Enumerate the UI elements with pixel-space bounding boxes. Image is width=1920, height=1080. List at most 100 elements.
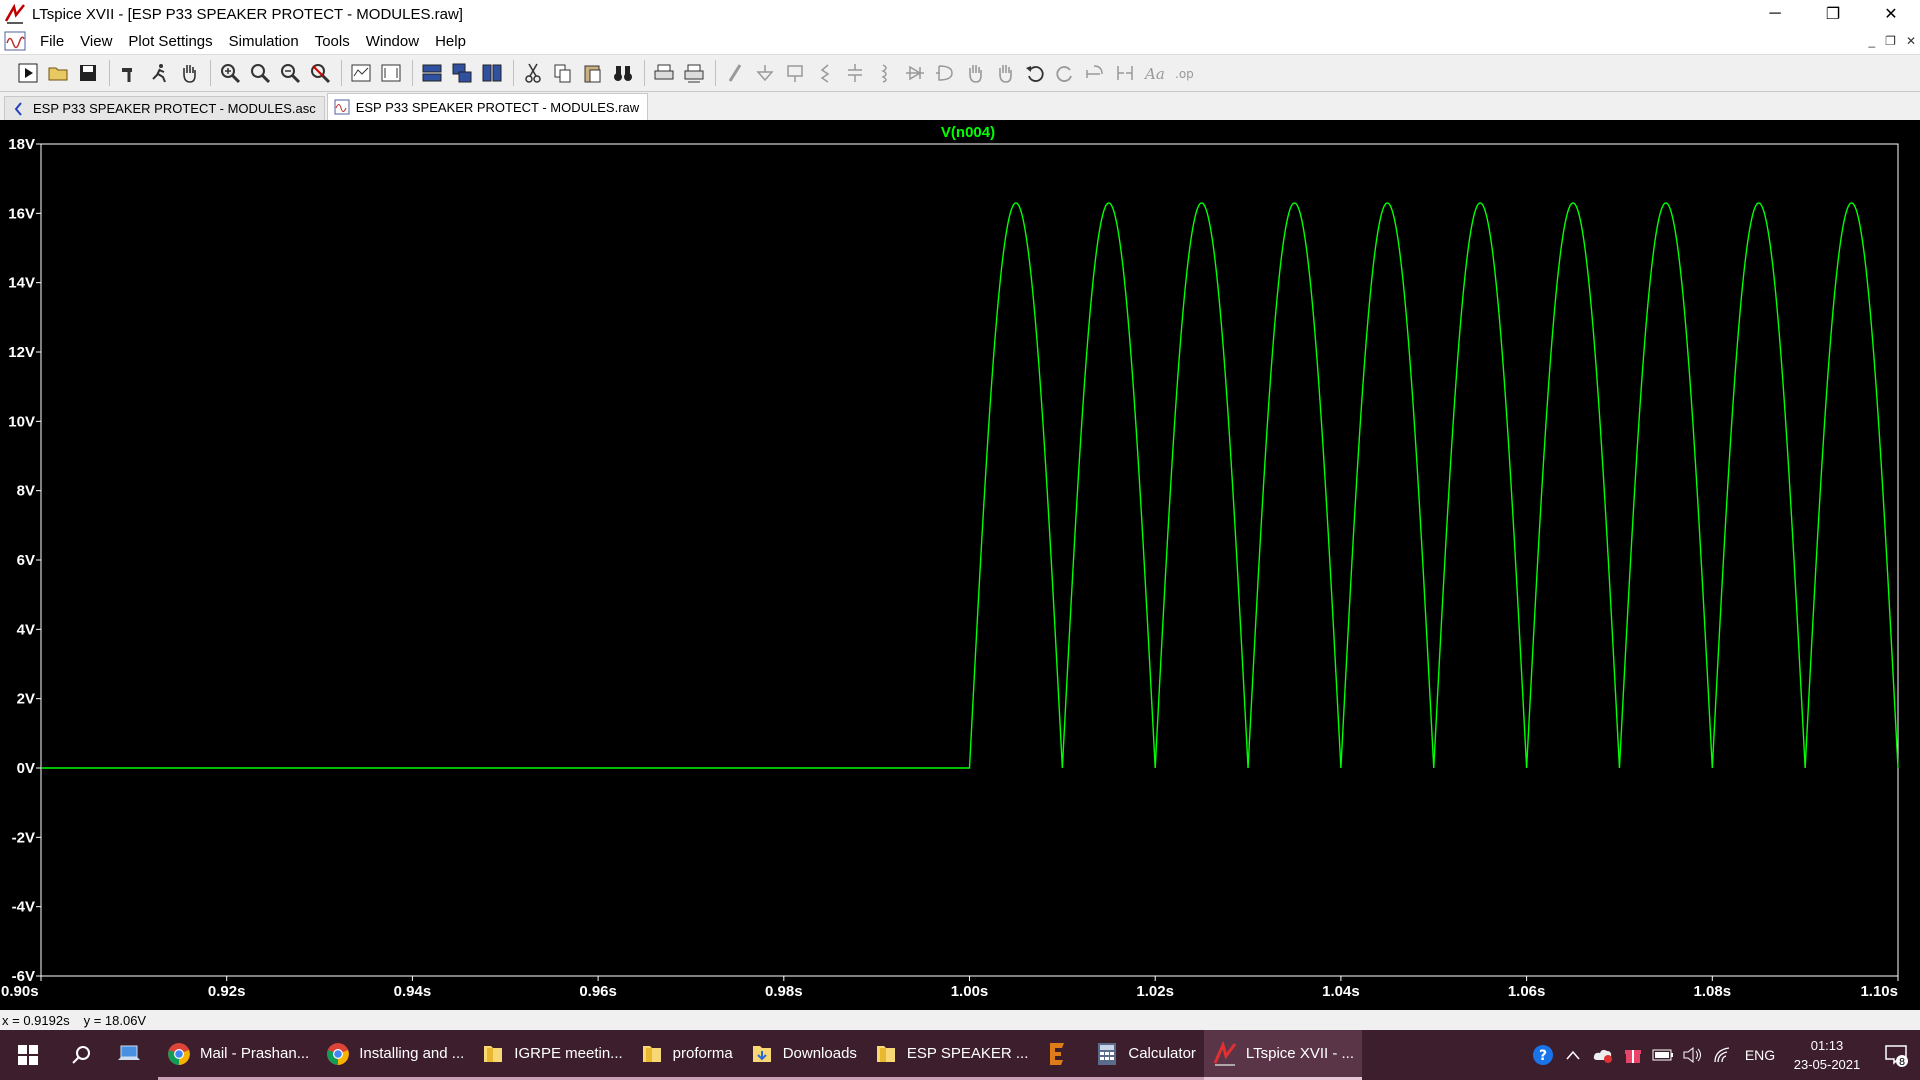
clock-date: 23-05-2021 [1793,1057,1861,1072]
chevron-up-icon[interactable] [1558,1030,1588,1080]
menu-help[interactable]: Help [427,33,474,50]
x-tick-label: 0.92s [208,983,246,1000]
zoom-in-button[interactable] [216,59,244,87]
print-setup-button[interactable] [680,59,708,87]
print-button[interactable] [650,59,678,87]
taskbar-app-ltspice[interactable]: LTspice XVII - ... [1203,1030,1362,1080]
zoom-area-button[interactable] [246,59,274,87]
trace-v-n004[interactable] [41,202,1899,769]
notifications-button[interactable]: 8 [1872,1030,1920,1080]
taskbar-app-label: ESP SPEAKER ... [906,1045,1029,1062]
zoom-fit-button[interactable] [306,59,334,87]
trace-label[interactable]: V(n004) [941,124,995,141]
pan-button[interactable] [175,59,203,87]
drag-button[interactable] [991,59,1019,87]
search-button[interactable] [56,1030,108,1080]
folder-download-icon [749,1041,775,1067]
taskbar-app-folder-igrpe[interactable]: IGRPE meetin... [472,1030,631,1080]
taskbar-app-laptop[interactable] [108,1030,158,1080]
draw-wire-button[interactable] [721,59,749,87]
tile-vertical-button[interactable] [478,59,506,87]
toolbar-separator [341,60,342,86]
plot-pane[interactable]: V(n004) 18V 16V 14V 12V 10V 8V 6V 4V 2V 0V -2V -4V -… [0,120,1920,1013]
taskbar-app-folder-esp[interactable]: ESP SPEAKER ... [864,1030,1037,1080]
rotate-button[interactable] [1081,59,1109,87]
menu-view[interactable]: View [72,33,120,50]
undo-button[interactable] [1021,59,1049,87]
mdi-restore-button[interactable]: ❐ [1885,34,1896,48]
ground-button[interactable] [751,59,779,87]
mirror-icon [1117,66,1133,80]
paste-button[interactable] [579,59,607,87]
waveform-plot[interactable]: V(n004) 18V16V14V12V10V8V6V4V2V0V-2V-4V-… [0,120,1920,1013]
rotate-icon [1086,65,1103,78]
taskbar-app-chrome-installing[interactable]: Installing and ... [317,1030,473,1080]
document-tabs: ESP P33 SPEAKER PROTECT - MODULES.asc ES… [0,92,1920,120]
close-button[interactable]: ✕ [1862,0,1920,28]
battery-icon[interactable] [1648,1030,1678,1080]
start-button[interactable] [0,1030,56,1080]
y-tick-label: 0V [17,760,35,777]
open-button[interactable] [44,59,72,87]
ltspice-logo-icon [4,3,25,24]
capacitor-button[interactable] [841,59,869,87]
halt-button[interactable] [145,59,173,87]
x-axis: 0.90s 0.92s 0.94s 0.96s 0.98s 1.00s 1.02s 1.04s… [1,976,1899,1000]
tile-horizontal-button[interactable] [418,59,446,87]
tab-label: ESP P33 SPEAKER PROTECT - MODULES.raw [355,99,640,115]
menu-window[interactable]: Window [358,33,427,50]
zoom-cancel-icon [311,64,331,84]
y-tick-label: -2V [12,829,35,846]
minimize-button[interactable]: ─ [1746,0,1804,28]
taskbar-app-chrome-mail[interactable]: Mail - Prashan... [158,1030,318,1080]
tab-schematic[interactable]: ESP P33 SPEAKER PROTECT - MODULES.asc [4,96,325,120]
component-button[interactable] [931,59,959,87]
volume-icon[interactable] [1678,1030,1708,1080]
text-button[interactable]: Aa [1141,59,1169,87]
label-net-button[interactable] [781,59,809,87]
copy-button[interactable] [549,59,577,87]
menu-simulation[interactable]: Simulation [221,33,307,50]
y-tick-label: 4V [17,621,35,638]
taskbar-app-calculator[interactable]: Calculator [1086,1030,1204,1080]
control-panel-button[interactable] [115,59,143,87]
taskbar-app-e[interactable] [1036,1030,1087,1080]
move-button[interactable] [961,59,989,87]
inductor-icon [881,64,887,83]
wifi-icon[interactable] [1708,1030,1738,1080]
mdi-close-button[interactable]: ✕ [1906,34,1916,48]
autorange-button[interactable] [347,59,375,87]
taskbar-app-folder-downloads[interactable]: Downloads [740,1030,865,1080]
cut-button[interactable] [519,59,547,87]
resistor-button[interactable] [811,59,839,87]
hammer-icon [122,68,132,82]
redo-button[interactable] [1051,59,1079,87]
autorange-icon [351,64,371,82]
zoom-full-button[interactable] [377,59,405,87]
menu-plot-settings[interactable]: Plot Settings [120,33,220,50]
menu-tools[interactable]: Tools [307,33,358,50]
save-button[interactable] [74,59,102,87]
tab-waveform[interactable]: ESP P33 SPEAKER PROTECT - MODULES.raw [326,93,649,120]
spice-directive-button[interactable]: .op [1171,59,1199,87]
run-button[interactable] [14,59,42,87]
clock[interactable]: 01:13 23-05-2021 [1782,1036,1872,1074]
find-button[interactable] [609,59,637,87]
diode-button[interactable] [901,59,929,87]
cascade-button[interactable] [448,59,476,87]
restore-button[interactable]: ❐ [1804,0,1862,28]
mdi-controls: _ ❐ ✕ [1868,28,1916,54]
taskbar-app-folder-proforma[interactable]: proforma [630,1030,741,1080]
gift-icon[interactable] [1618,1030,1648,1080]
help-icon[interactable]: ? [1528,1030,1558,1080]
menu-file[interactable]: File [32,33,72,50]
cloud-sync-icon[interactable] [1588,1030,1618,1080]
zoom-in-icon [221,64,241,84]
chrome-icon [166,1041,192,1067]
mirror-button[interactable] [1111,59,1139,87]
waveform-document-icon[interactable] [4,31,26,51]
inductor-button[interactable] [871,59,899,87]
mdi-minimize-button[interactable]: _ [1868,34,1875,48]
language-indicator[interactable]: ENG [1738,1030,1782,1080]
zoom-out-button[interactable] [276,59,304,87]
